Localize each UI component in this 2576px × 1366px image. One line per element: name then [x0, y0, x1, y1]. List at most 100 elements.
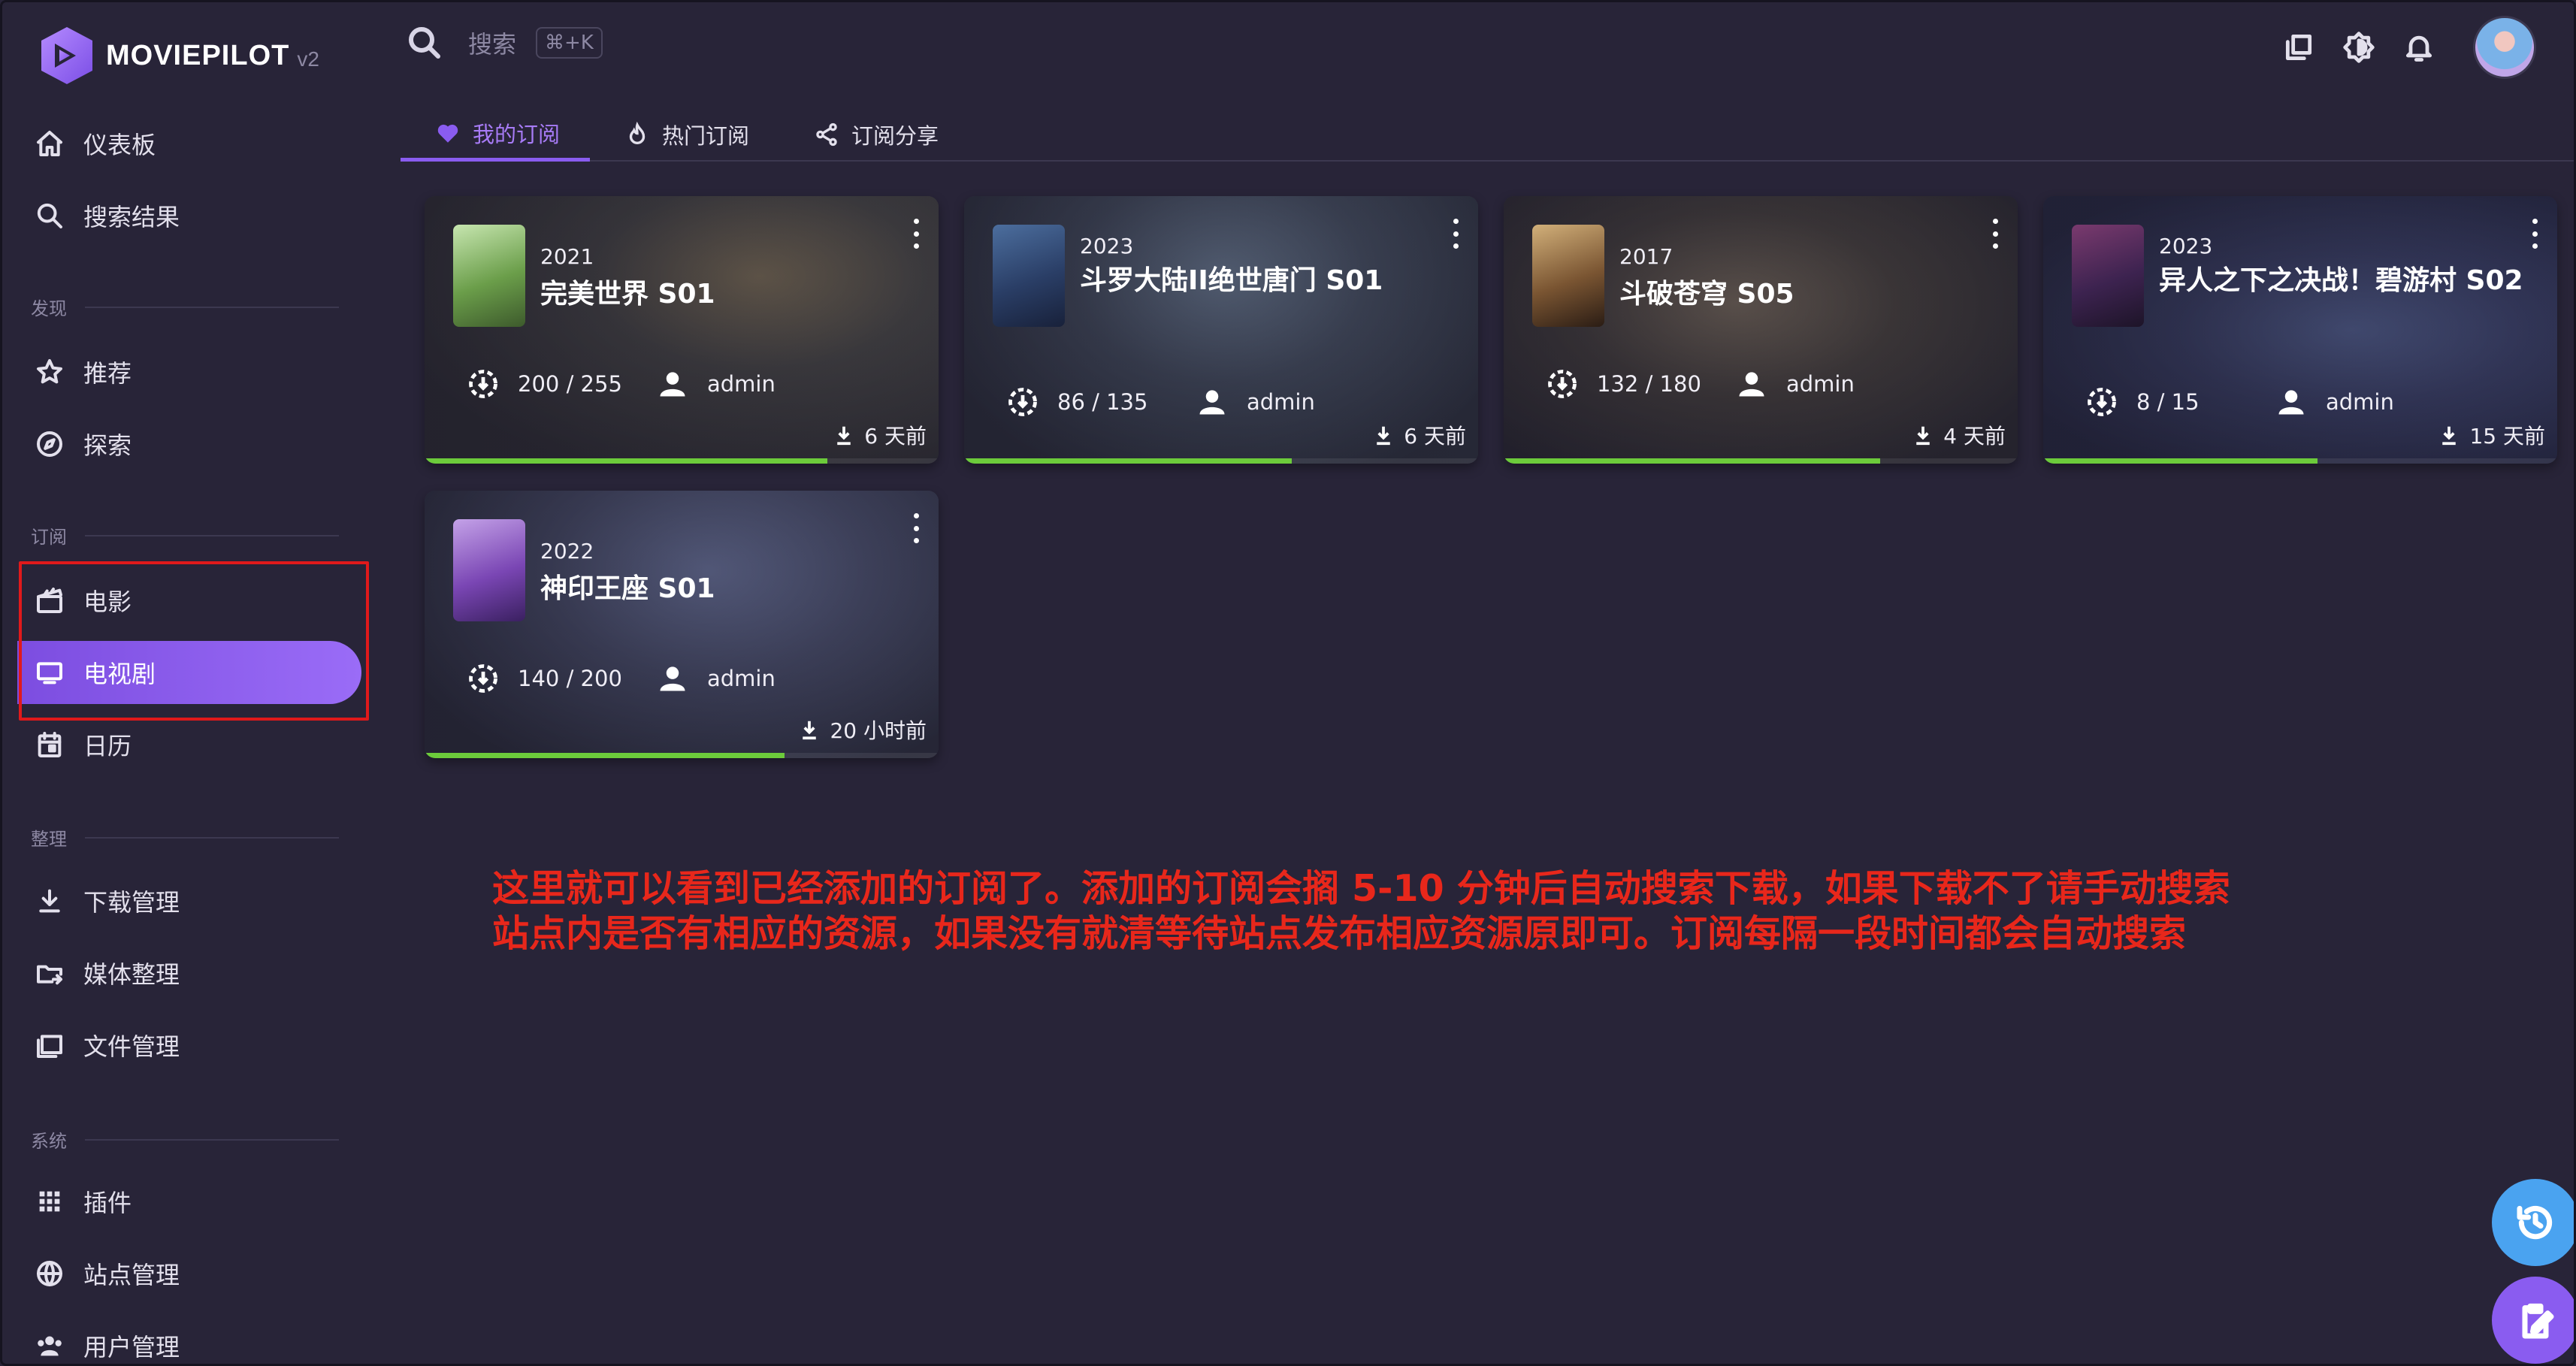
- sidebar-item-users[interactable]: 用户管理: [17, 1314, 361, 1364]
- episode-count: 140 / 200: [518, 666, 622, 691]
- poster-image[interactable]: [2072, 225, 2144, 327]
- section-title: 发现: [31, 298, 67, 319]
- fire-icon: [629, 122, 646, 144]
- subscription-card[interactable]: 2022 神印王座 S01 140 / 200 admin 20 小时前: [425, 491, 939, 758]
- annotation-note: 这里就可以看到已经添加的订阅了。添加的订阅会搁 5-10 分钟后自动搜索下载，如…: [492, 866, 2230, 957]
- card-title: 神印王座 S01: [540, 573, 715, 604]
- poster-image[interactable]: [1532, 225, 1604, 327]
- sidebar-item-media-organize[interactable]: 媒体整理: [17, 941, 361, 1005]
- card-title: 异人之下之决战！碧游村 S02: [2159, 265, 2523, 296]
- history-fab[interactable]: [2492, 1179, 2574, 1266]
- download-progress-icon: [469, 370, 497, 398]
- card-stats: 8 / 15 admin: [2085, 385, 2394, 419]
- sidebar-item-search-results[interactable]: 搜索结果: [17, 184, 361, 247]
- card-stats: 132 / 180 admin: [1546, 367, 1855, 400]
- grid-icon: [32, 1184, 67, 1219]
- card-menu-icon[interactable]: [2529, 219, 2541, 249]
- subscriber-name: admin: [2326, 389, 2394, 415]
- sidebar-item-label: 仪表板: [83, 131, 156, 159]
- copy-icon[interactable]: [2276, 25, 2321, 70]
- sidebar-item-downloads[interactable]: 下载管理: [17, 869, 361, 932]
- sidebar-item-label: 日历: [83, 732, 132, 760]
- section-title: 订阅: [31, 527, 67, 548]
- sidebar-item-label: 文件管理: [83, 1032, 180, 1061]
- card-title: 完美世界 S01: [540, 279, 715, 310]
- tab-my-subscriptions[interactable]: 我的订阅: [401, 107, 591, 162]
- card-title: 斗破苍穹 S05: [1619, 279, 1794, 310]
- sidebar-item-sites[interactable]: 站点管理: [17, 1242, 361, 1305]
- poster-image[interactable]: [993, 225, 1065, 327]
- theme-toggle-icon[interactable]: [2336, 25, 2381, 70]
- download-icon: [837, 426, 851, 446]
- download-progress-icon: [469, 664, 497, 693]
- sidebar-item-explore[interactable]: 探索: [17, 413, 361, 476]
- users-icon: [32, 1328, 67, 1363]
- card-menu-icon[interactable]: [1450, 219, 1462, 249]
- app-logo[interactable]: MOVIEPILOT v2: [37, 22, 319, 89]
- download-icon: [1377, 426, 1391, 446]
- card-title: 斗罗大陆II绝世唐门 S01: [1080, 265, 1383, 296]
- sidebar-item-label: 用户管理: [83, 1333, 180, 1361]
- sidebar-item-label: 媒体整理: [83, 960, 180, 989]
- download-icon: [2442, 426, 2457, 446]
- app-window: MOVIEPILOT v2 仪表板 搜索结果 发现 推荐 探索 订阅 电影 电视…: [0, 0, 2576, 1366]
- card-stats: 200 / 255 admin: [467, 367, 776, 400]
- search-icon: [32, 198, 67, 233]
- subscription-card[interactable]: 2021 完美世界 S01 200 / 255 admin 6 天前: [425, 196, 939, 464]
- subscription-card[interactable]: 2023 斗罗大陆II绝世唐门 S01 86 / 135 admin 6 天前: [964, 196, 1478, 464]
- sidebar-item-recommend[interactable]: 推荐: [17, 340, 361, 403]
- poster-image[interactable]: [453, 225, 525, 327]
- compass-icon: [32, 427, 67, 461]
- card-menu-icon[interactable]: [910, 219, 922, 249]
- sidebar-item-tv[interactable]: 电视剧: [17, 641, 361, 704]
- annotation-line-1: 这里就可以看到已经添加的订阅了。添加的订阅会搁 5-10 分钟后自动搜索下载，如…: [492, 867, 2230, 910]
- card-menu-icon[interactable]: [1989, 219, 2001, 249]
- search-bar[interactable]: 搜索 ⌘+K: [407, 25, 603, 61]
- subscription-card[interactable]: 2017 斗破苍穹 S05 132 / 180 admin 4 天前: [1504, 196, 2018, 464]
- sidebar-item-label: 插件: [83, 1189, 132, 1217]
- last-update-text: 6 天前: [864, 424, 927, 449]
- avatar[interactable]: [2473, 16, 2536, 79]
- download-icon: [32, 884, 67, 918]
- movie-clapper-icon: [32, 583, 67, 618]
- sidebar-item-calendar[interactable]: 日历: [17, 713, 361, 776]
- section-organize: 整理: [31, 824, 339, 851]
- sidebar-item-label: 下载管理: [83, 888, 180, 917]
- download-progress-icon: [2088, 388, 2116, 416]
- search-shortcut-badge: ⌘+K: [536, 27, 603, 59]
- card-year: 2022: [540, 539, 594, 564]
- card-stats: 140 / 200 admin: [467, 662, 776, 695]
- tv-icon: [32, 655, 67, 690]
- last-update: 20 小时前: [798, 715, 927, 745]
- section-subscribe: 订阅: [31, 522, 339, 549]
- clipboard-fab[interactable]: [2492, 1277, 2574, 1364]
- tab-popular-subscriptions[interactable]: 热门订阅: [590, 107, 779, 162]
- sidebar-item-plugins[interactable]: 插件: [17, 1170, 361, 1233]
- user-icon: [2278, 390, 2304, 415]
- card-stats: 86 / 135 admin: [1006, 385, 1315, 419]
- app-name: MOVIEPILOT: [106, 39, 290, 71]
- top-actions: [2261, 16, 2536, 79]
- card-year: 2017: [1619, 244, 1673, 269]
- last-update-text: 20 小时前: [830, 718, 927, 743]
- heart-icon: [437, 124, 458, 143]
- sidebar-item-label: 推荐: [83, 359, 132, 388]
- sidebar-item-label: 电视剧: [83, 660, 156, 688]
- star-icon: [32, 355, 67, 389]
- sidebar-item-file-manager[interactable]: 文件管理: [17, 1014, 361, 1077]
- subscription-card[interactable]: 2023 异人之下之决战！碧游村 S02 8 / 15 admin 15 天前: [2043, 196, 2557, 464]
- poster-image[interactable]: [453, 519, 525, 621]
- user-icon: [660, 372, 685, 397]
- subscriber-name: admin: [707, 371, 776, 397]
- sidebar-item-dashboard[interactable]: 仪表板: [17, 112, 361, 175]
- card-menu-icon[interactable]: [910, 513, 922, 543]
- subscription-progress-bar: [425, 753, 785, 758]
- user-icon: [1739, 372, 1764, 397]
- sidebar-item-movies[interactable]: 电影: [17, 569, 361, 632]
- subscription-progress-bar: [1504, 458, 1881, 464]
- bell-icon[interactable]: [2396, 25, 2441, 70]
- tab-share-subscriptions[interactable]: 订阅分享: [779, 107, 969, 162]
- subscriber-name: admin: [1247, 389, 1315, 415]
- episode-count: 8 / 15: [2136, 389, 2200, 415]
- subscription-progress-bar: [425, 458, 828, 464]
